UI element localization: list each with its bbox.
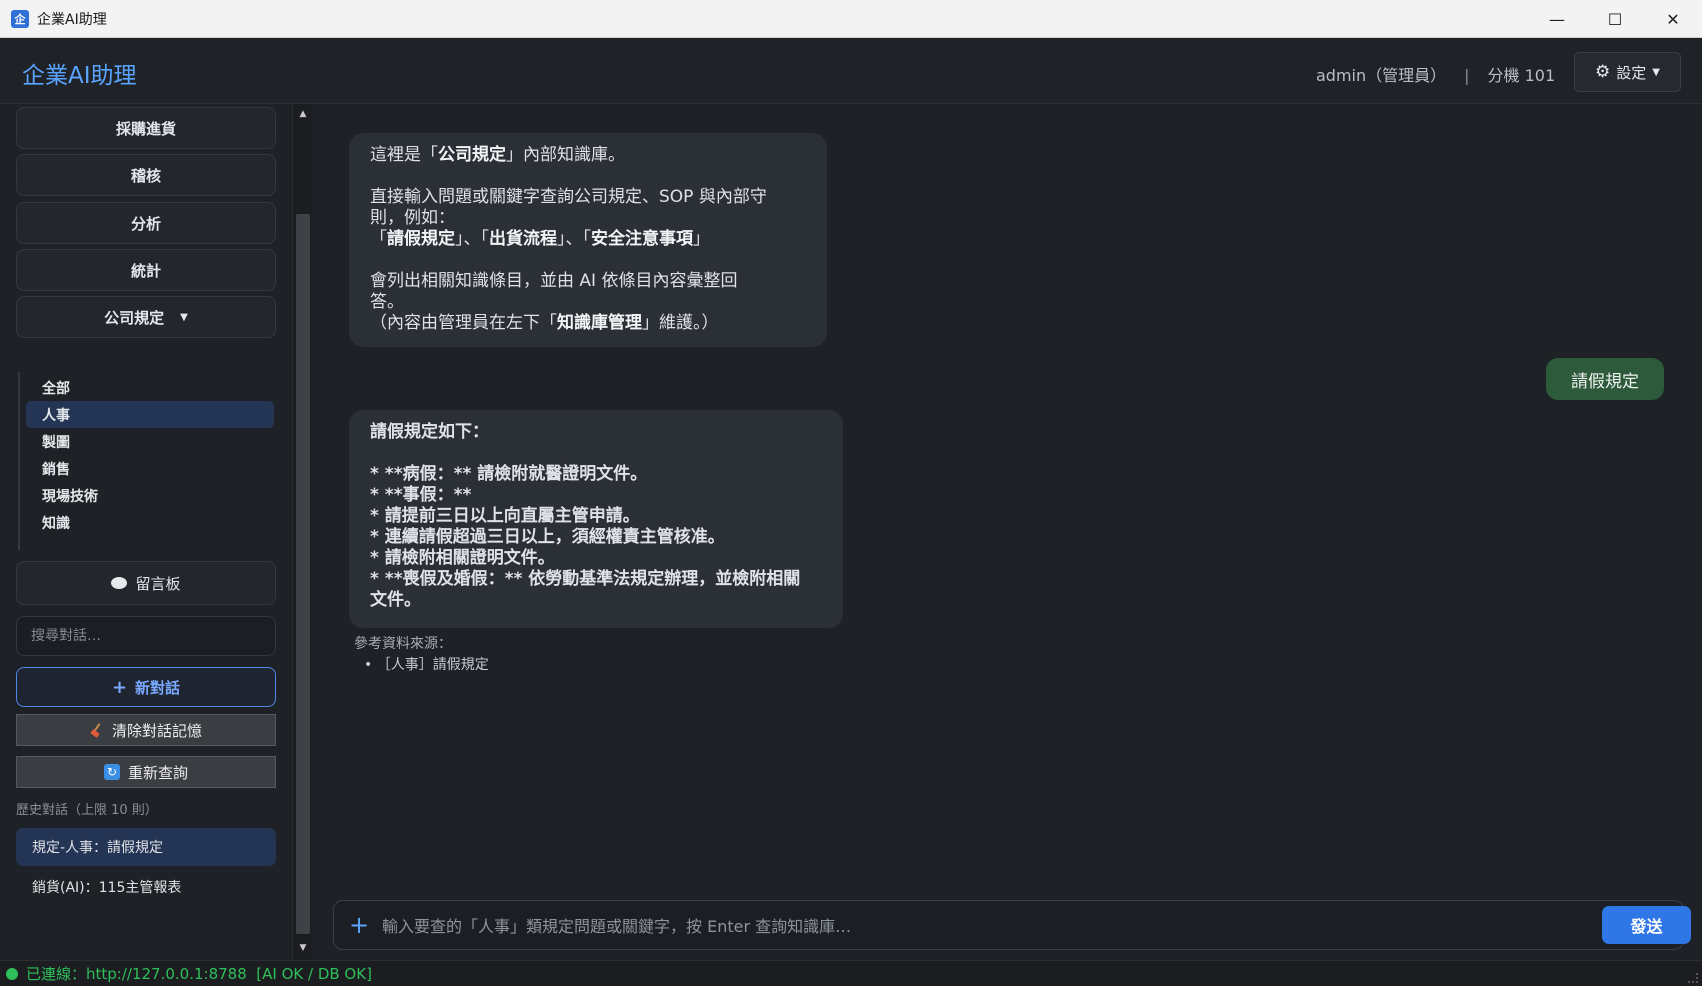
answer-line: * 請提前三日以上向直屬主管申請。 (370, 506, 640, 526)
reference-sources: 參考資料來源： • ［人事］請假規定 (354, 634, 489, 676)
resize-grip-icon[interactable] (1688, 973, 1698, 983)
settings-button[interactable]: ⚙ 設定 ▼ (1574, 52, 1681, 92)
answer-line: * **病假：** 請檢附就醫證明文件。 (370, 464, 648, 484)
category-hr[interactable]: 人事 (26, 401, 274, 428)
nav-statistics[interactable]: 統計 (16, 249, 276, 291)
history-heading: 歷史對話（上限 10 則） (16, 803, 158, 818)
intro-line: 直接輸入問題或關鍵字查詢公司規定、SOP 與內部守 (370, 187, 767, 207)
answer-heading: 請假規定如下： (370, 422, 489, 442)
extension-number: 分機 101 (1487, 66, 1556, 85)
window-titlebar: 企 企業AI助理 — ☐ ✕ (0, 0, 1702, 38)
intro-examples: 「請假規定」、「出貨流程」、「安全注意事項」 (370, 229, 710, 249)
intro-line: 則，例如： (370, 208, 455, 228)
history-item[interactable]: 規定-人事：請假規定 (16, 828, 276, 866)
answer-line: 文件。 (370, 590, 421, 610)
new-chat-button[interactable]: + 新對話 (16, 667, 276, 707)
settings-label: 設定 (1616, 63, 1647, 82)
nav-purchasing[interactable]: 採購進貨 (16, 107, 276, 149)
history-item[interactable]: 銷貨(AI)：115主管報表 (16, 868, 276, 906)
answer-line: * **喪假及婚假：** 依勞動基準法規定辦理，並檢附相關 (370, 569, 801, 589)
category-all[interactable]: 全部 (26, 374, 274, 401)
source-link[interactable]: • ［人事］請假規定 (354, 655, 489, 676)
scroll-down-icon[interactable]: ▼ (297, 942, 309, 954)
status-bar: 已連線：http://127.0.0.1:8788 [AI OK / DB OK… (0, 960, 1702, 986)
nav-regulations-label: 公司規定 (104, 308, 165, 327)
sidebar: 採購進貨 稽核 分析 統計 公司規定 ▼ 全部 人事 製圖 銷售 現場技術 知識… (0, 104, 292, 960)
conversation-search-input[interactable] (16, 616, 276, 656)
connection-status-text: 已連線：http://127.0.0.1:8788 [AI OK / DB OK… (26, 965, 372, 983)
gear-icon: ⚙ (1595, 62, 1611, 82)
window-controls: — ☐ ✕ (1528, 0, 1702, 38)
app-icon: 企 (11, 9, 29, 28)
chat-area: 這裡是「公司規定」內部知識庫。 直接輸入問題或關鍵字查詢公司規定、SOP 與內部… (313, 104, 1702, 960)
intro-message: 這裡是「公司規定」內部知識庫。 直接輸入問題或關鍵字查詢公司規定、SOP 與內部… (349, 133, 827, 347)
category-knowledge[interactable]: 知識 (26, 509, 274, 536)
sidebar-scrollbar[interactable]: ▲ ▼ (292, 104, 312, 960)
broom-icon (90, 723, 104, 737)
clear-memory-button[interactable]: 清除對話記憶 (16, 714, 276, 746)
chat-input-bar: + 發送 (333, 900, 1691, 950)
nav-analysis[interactable]: 分析 (16, 202, 276, 244)
message-board-label: 留言板 (135, 574, 181, 593)
intro-line: （內容由管理員在左下「知識庫管理」維護。） (370, 313, 719, 333)
sources-label: 參考資料來源： (354, 636, 452, 652)
connection-status-icon (6, 967, 18, 980)
new-chat-label: 新對話 (135, 678, 181, 697)
send-button[interactable]: 發送 (1602, 906, 1691, 944)
answer-line: * **事假：** (370, 485, 472, 505)
intro-line: 會列出相關知識條目，並由 AI 依條目內容彙整回 (370, 271, 738, 291)
plus-icon: + (111, 676, 128, 698)
intro-line: 這裡是「公司規定」內部知識庫。 (370, 145, 625, 165)
intro-line: 答。 (370, 292, 404, 312)
user-message: 請假規定 (1546, 358, 1664, 400)
minimize-icon[interactable]: — (1528, 0, 1586, 38)
close-icon[interactable]: ✕ (1644, 0, 1702, 38)
requery-button[interactable]: ↻ 重新查詢 (16, 756, 276, 788)
regulations-category-list: 全部 人事 製圖 銷售 現場技術 知識 (18, 372, 276, 550)
attach-plus-icon[interactable]: + (346, 911, 372, 939)
answer-line: * 連續請假超過三日以上，須經權責主管核准。 (370, 527, 725, 547)
nav-regulations[interactable]: 公司規定 ▼ (16, 296, 276, 338)
chevron-down-icon: ▼ (1652, 66, 1660, 78)
nav-audit[interactable]: 稽核 (16, 154, 276, 196)
dropdown-arrow-icon: ▼ (180, 311, 188, 323)
maximize-icon[interactable]: ☐ (1586, 0, 1644, 38)
user-info: admin（管理員） | 分機 101 (1316, 62, 1555, 86)
window-title: 企業AI助理 (37, 11, 107, 28)
clear-memory-label: 清除對話記憶 (111, 721, 202, 740)
answer-line: * 請檢附相關證明文件。 (370, 548, 555, 568)
app-header: 企業AI助理 admin（管理員） | 分機 101 ⚙ 設定 ▼ (0, 38, 1702, 104)
category-field-tech[interactable]: 現場技術 (26, 482, 274, 509)
category-sales[interactable]: 銷售 (26, 455, 274, 482)
requery-label: 重新查詢 (127, 763, 188, 782)
message-board-button[interactable]: 留言板 (16, 561, 276, 605)
chat-input[interactable] (382, 911, 1482, 941)
scroll-up-icon[interactable]: ▲ (297, 108, 309, 120)
user-name: admin（管理員） (1316, 66, 1447, 85)
header-separator: | (1464, 66, 1470, 85)
category-drafting[interactable]: 製圖 (26, 428, 274, 455)
scrollbar-thumb[interactable] (296, 214, 310, 934)
refresh-icon: ↻ (103, 764, 120, 780)
speech-bubble-icon (111, 577, 128, 589)
answer-message: 請假規定如下： * **病假：** 請檢附就醫證明文件。 * **事假：** *… (349, 410, 843, 628)
brand-title: 企業AI助理 (22, 63, 137, 89)
